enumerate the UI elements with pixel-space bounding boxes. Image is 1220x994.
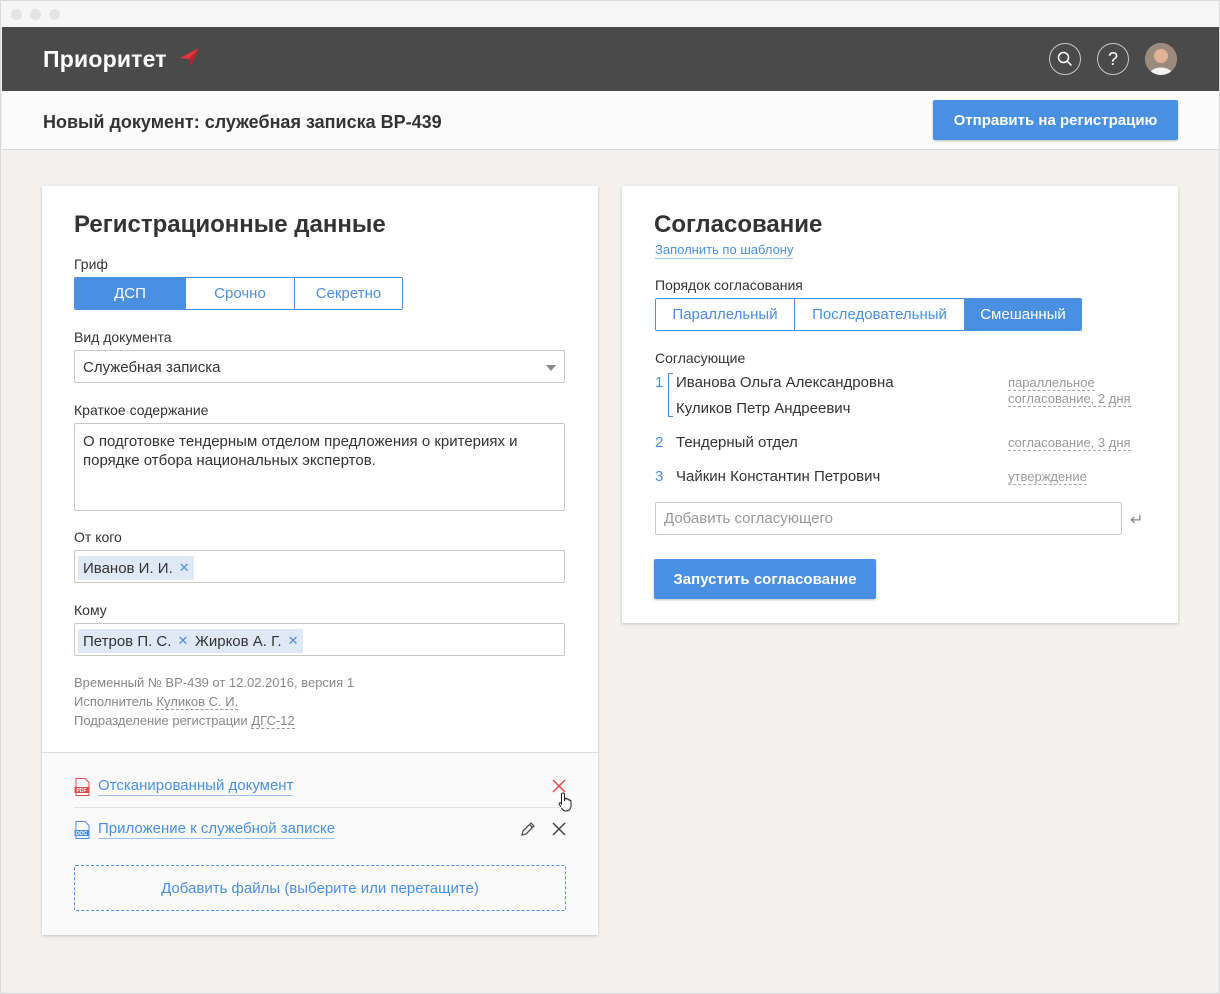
add-approver-input[interactable]: Добавить согласующего	[655, 502, 1122, 535]
approval-title: Согласование	[654, 211, 823, 238]
to-label: Кому	[74, 602, 107, 618]
file-dropzone[interactable]: Добавить файлы (выберите или перетащите)	[74, 865, 566, 911]
note-line: утверждение	[1008, 469, 1087, 485]
registration-card: Регистрационные данные Гриф ДСП Срочно С…	[42, 186, 598, 935]
close-icon[interactable]	[550, 820, 568, 838]
from-chip: Иванов И. И. ✕	[78, 556, 194, 580]
grif-option-urgent[interactable]: Срочно	[185, 278, 294, 309]
doc-type-select[interactable]: Служебная записка	[74, 350, 565, 383]
add-approver-placeholder: Добавить согласующего	[664, 510, 833, 527]
window-maximize-dot[interactable]	[49, 9, 60, 20]
grif-label: Гриф	[74, 256, 108, 272]
grif-selector: ДСП Срочно Секретно	[74, 277, 403, 310]
chip-label: Жирков А. Г.	[195, 632, 282, 650]
top-bar: Приоритет ?	[2, 27, 1219, 91]
file-link[interactable]: Приложение к служебной записке	[98, 820, 336, 839]
chip-remove-icon[interactable]: ✕	[179, 560, 190, 576]
svg-text:DOC: DOC	[76, 831, 88, 837]
help-icon: ?	[1107, 48, 1118, 69]
to-chip: Жирков А. Г. ✕	[190, 629, 303, 653]
hand-cursor-icon	[558, 792, 572, 812]
note-line: согласование, 3 дня	[1008, 435, 1131, 451]
grif-option-secret[interactable]: Секретно	[294, 278, 402, 309]
approver-name[interactable]: Иванова Ольга Александровна	[676, 374, 894, 391]
chevron-down-icon	[546, 365, 556, 371]
chip-remove-icon[interactable]: ✕	[288, 633, 299, 649]
fill-from-template-link[interactable]: Заполнить по шаблону	[655, 242, 794, 259]
department-prefix: Подразделение регистрации	[74, 713, 248, 728]
order-option-mixed[interactable]: Смешанный	[964, 299, 1081, 330]
search-button[interactable]	[1049, 43, 1081, 75]
file-link[interactable]: Отсканированный документ	[98, 777, 294, 796]
doc-type-value: Служебная записка	[83, 359, 221, 376]
file-divider	[74, 807, 566, 808]
summary-label: Краткое содержание	[74, 402, 209, 418]
window-chrome	[1, 1, 1219, 27]
approver-name[interactable]: Чайкин Константин Петрович	[676, 468, 880, 485]
department-line: Подразделение регистрации ДГС-12	[74, 713, 295, 729]
edit-pencil-icon[interactable]	[519, 820, 537, 838]
app-logo[interactable]: Приоритет	[43, 46, 167, 73]
logo-arrow-icon	[180, 48, 199, 66]
svg-text:PDF: PDF	[77, 788, 87, 794]
doc-type-label: Вид документа	[74, 329, 172, 345]
chip-label: Иванов И. И.	[83, 559, 173, 577]
to-field[interactable]: Петров П. С. ✕ Жирков А. Г. ✕	[74, 623, 565, 656]
to-chip: Петров П. С. ✕	[78, 629, 193, 653]
pdf-file-icon: PDF	[74, 778, 90, 796]
window-close-dot[interactable]	[11, 9, 22, 20]
file-row-pdf: PDF Отсканированный документ	[74, 772, 572, 812]
window-minimize-dot[interactable]	[30, 9, 41, 20]
summary-textarea[interactable]: О подготовке тендерным отделом предложен…	[74, 423, 565, 511]
approval-card: Согласование Заполнить по шаблону Порядо…	[622, 186, 1178, 623]
approval-type-note[interactable]: согласование, 3 дня	[1008, 435, 1131, 451]
note-line: согласование, 2 дня	[1008, 391, 1131, 407]
summary-text: О подготовке тендерным отделом предложен…	[83, 433, 518, 469]
page-title: Новый документ: служебная записка ВР-439	[43, 112, 442, 132]
start-approval-button[interactable]: Запустить согласование	[654, 559, 876, 599]
order-label: Порядок согласования	[655, 277, 803, 293]
chip-label: Петров П. С.	[83, 632, 172, 650]
send-to-registration-button[interactable]: Отправить на регистрацию	[933, 100, 1178, 140]
order-selector: Параллельный Последовательный Смешанный	[655, 298, 1082, 331]
doc-file-icon: DOC	[74, 821, 90, 839]
order-option-parallel[interactable]: Параллельный	[656, 299, 794, 330]
user-avatar-icon	[1145, 43, 1177, 75]
approver-group-number: 1	[655, 374, 664, 391]
registration-title: Регистрационные данные	[74, 211, 386, 238]
search-icon	[1057, 51, 1073, 67]
avatar[interactable]	[1145, 43, 1177, 75]
help-button[interactable]: ?	[1097, 43, 1129, 75]
executor-line: Исполнитель Куликов С. И.	[74, 694, 239, 710]
enter-icon[interactable]: ↵	[1130, 510, 1143, 530]
approval-type-note[interactable]: утверждение	[1008, 469, 1087, 485]
note-line: параллельное	[1008, 375, 1095, 391]
app-window: Приоритет ? Новый документ: служебная за…	[0, 0, 1220, 994]
from-label: От кого	[74, 529, 122, 545]
approvers-label: Согласующие	[655, 350, 746, 366]
chip-remove-icon[interactable]: ✕	[177, 633, 188, 649]
approver-name[interactable]: Куликов Петр Андреевич	[676, 400, 851, 417]
order-option-sequential[interactable]: Последовательный	[794, 299, 964, 330]
executor-prefix: Исполнитель	[74, 694, 153, 709]
temp-number-text: Временный № ВР-439 от 12.02.2016, версия…	[74, 675, 355, 690]
approval-type-note[interactable]: параллельное согласование, 2 дня	[1008, 375, 1131, 407]
executor-value[interactable]: Куликов С. И.	[156, 694, 239, 710]
file-row-doc: DOC Приложение к служебной записке	[74, 815, 566, 845]
department-value[interactable]: ДГС-12	[251, 713, 295, 729]
approver-group-number: 2	[655, 434, 664, 451]
approver-name[interactable]: Тендерный отдел	[676, 434, 798, 451]
from-field[interactable]: Иванов И. И. ✕	[74, 550, 565, 583]
grif-option-dsp[interactable]: ДСП	[75, 278, 185, 309]
approver-group-number: 3	[655, 468, 664, 485]
document-header: Новый документ: служебная записка ВР-439…	[2, 91, 1219, 150]
group-bracket	[668, 373, 673, 417]
